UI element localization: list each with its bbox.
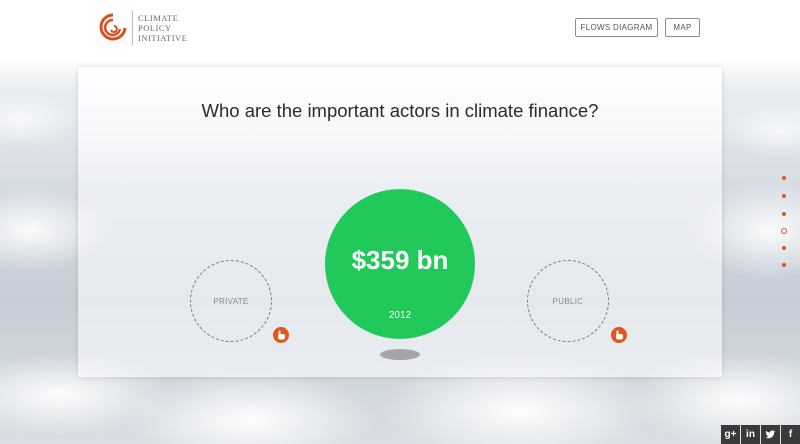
flows-diagram-button[interactable]: FLOWS DIAGRAM (575, 18, 658, 37)
google-plus-icon[interactable]: g+ (721, 425, 740, 444)
section-dot[interactable] (782, 263, 786, 267)
logo-wordmark: CLIMATE POLICY INITIATIVE (138, 13, 187, 43)
section-dot[interactable] (782, 212, 786, 216)
logo-line: POLICY (138, 23, 172, 33)
social-links: g+ in f (720, 425, 800, 444)
private-actors-circle[interactable]: PRIVATE (190, 260, 272, 342)
twitter-bird-icon (765, 430, 776, 439)
section-dot[interactable] (782, 194, 786, 198)
hand-pointer-icon[interactable] (273, 327, 289, 343)
section-dot[interactable] (782, 246, 786, 250)
cpi-logo[interactable]: CLIMATE POLICY INITIATIVE (98, 10, 187, 46)
public-actors-circle[interactable]: PUBLIC (527, 260, 609, 342)
section-dot[interactable] (782, 176, 786, 180)
page-title: Who are the important actors in climate … (201, 100, 599, 121)
logo-line: CLIMATE (138, 13, 179, 23)
map-button[interactable]: MAP (665, 18, 700, 37)
twitter-icon[interactable] (761, 425, 780, 444)
circle-shadow (380, 349, 420, 360)
logo-line: INITIATIVE (138, 33, 188, 43)
logo-divider (132, 11, 133, 45)
total-year: 2012 (388, 310, 412, 321)
total-finance-circle[interactable]: $359 bn 2012 (325, 189, 475, 339)
hand-pointer-icon (615, 330, 623, 340)
cpi-swirl-logo-icon (99, 13, 127, 41)
linkedin-icon[interactable]: in (741, 425, 760, 444)
facebook-icon[interactable]: f (781, 425, 800, 444)
public-label: PUBLIC (552, 296, 584, 306)
private-label: PRIVATE (213, 296, 249, 306)
section-dot-active[interactable] (781, 228, 787, 234)
total-amount: $359 bn (351, 245, 449, 275)
header: CLIMATE POLICY INITIATIVE FLOWS DIAGRAM … (0, 0, 800, 58)
panel-highlight (78, 67, 722, 187)
hand-pointer-icon[interactable] (611, 327, 627, 343)
hand-pointer-icon (277, 330, 285, 340)
